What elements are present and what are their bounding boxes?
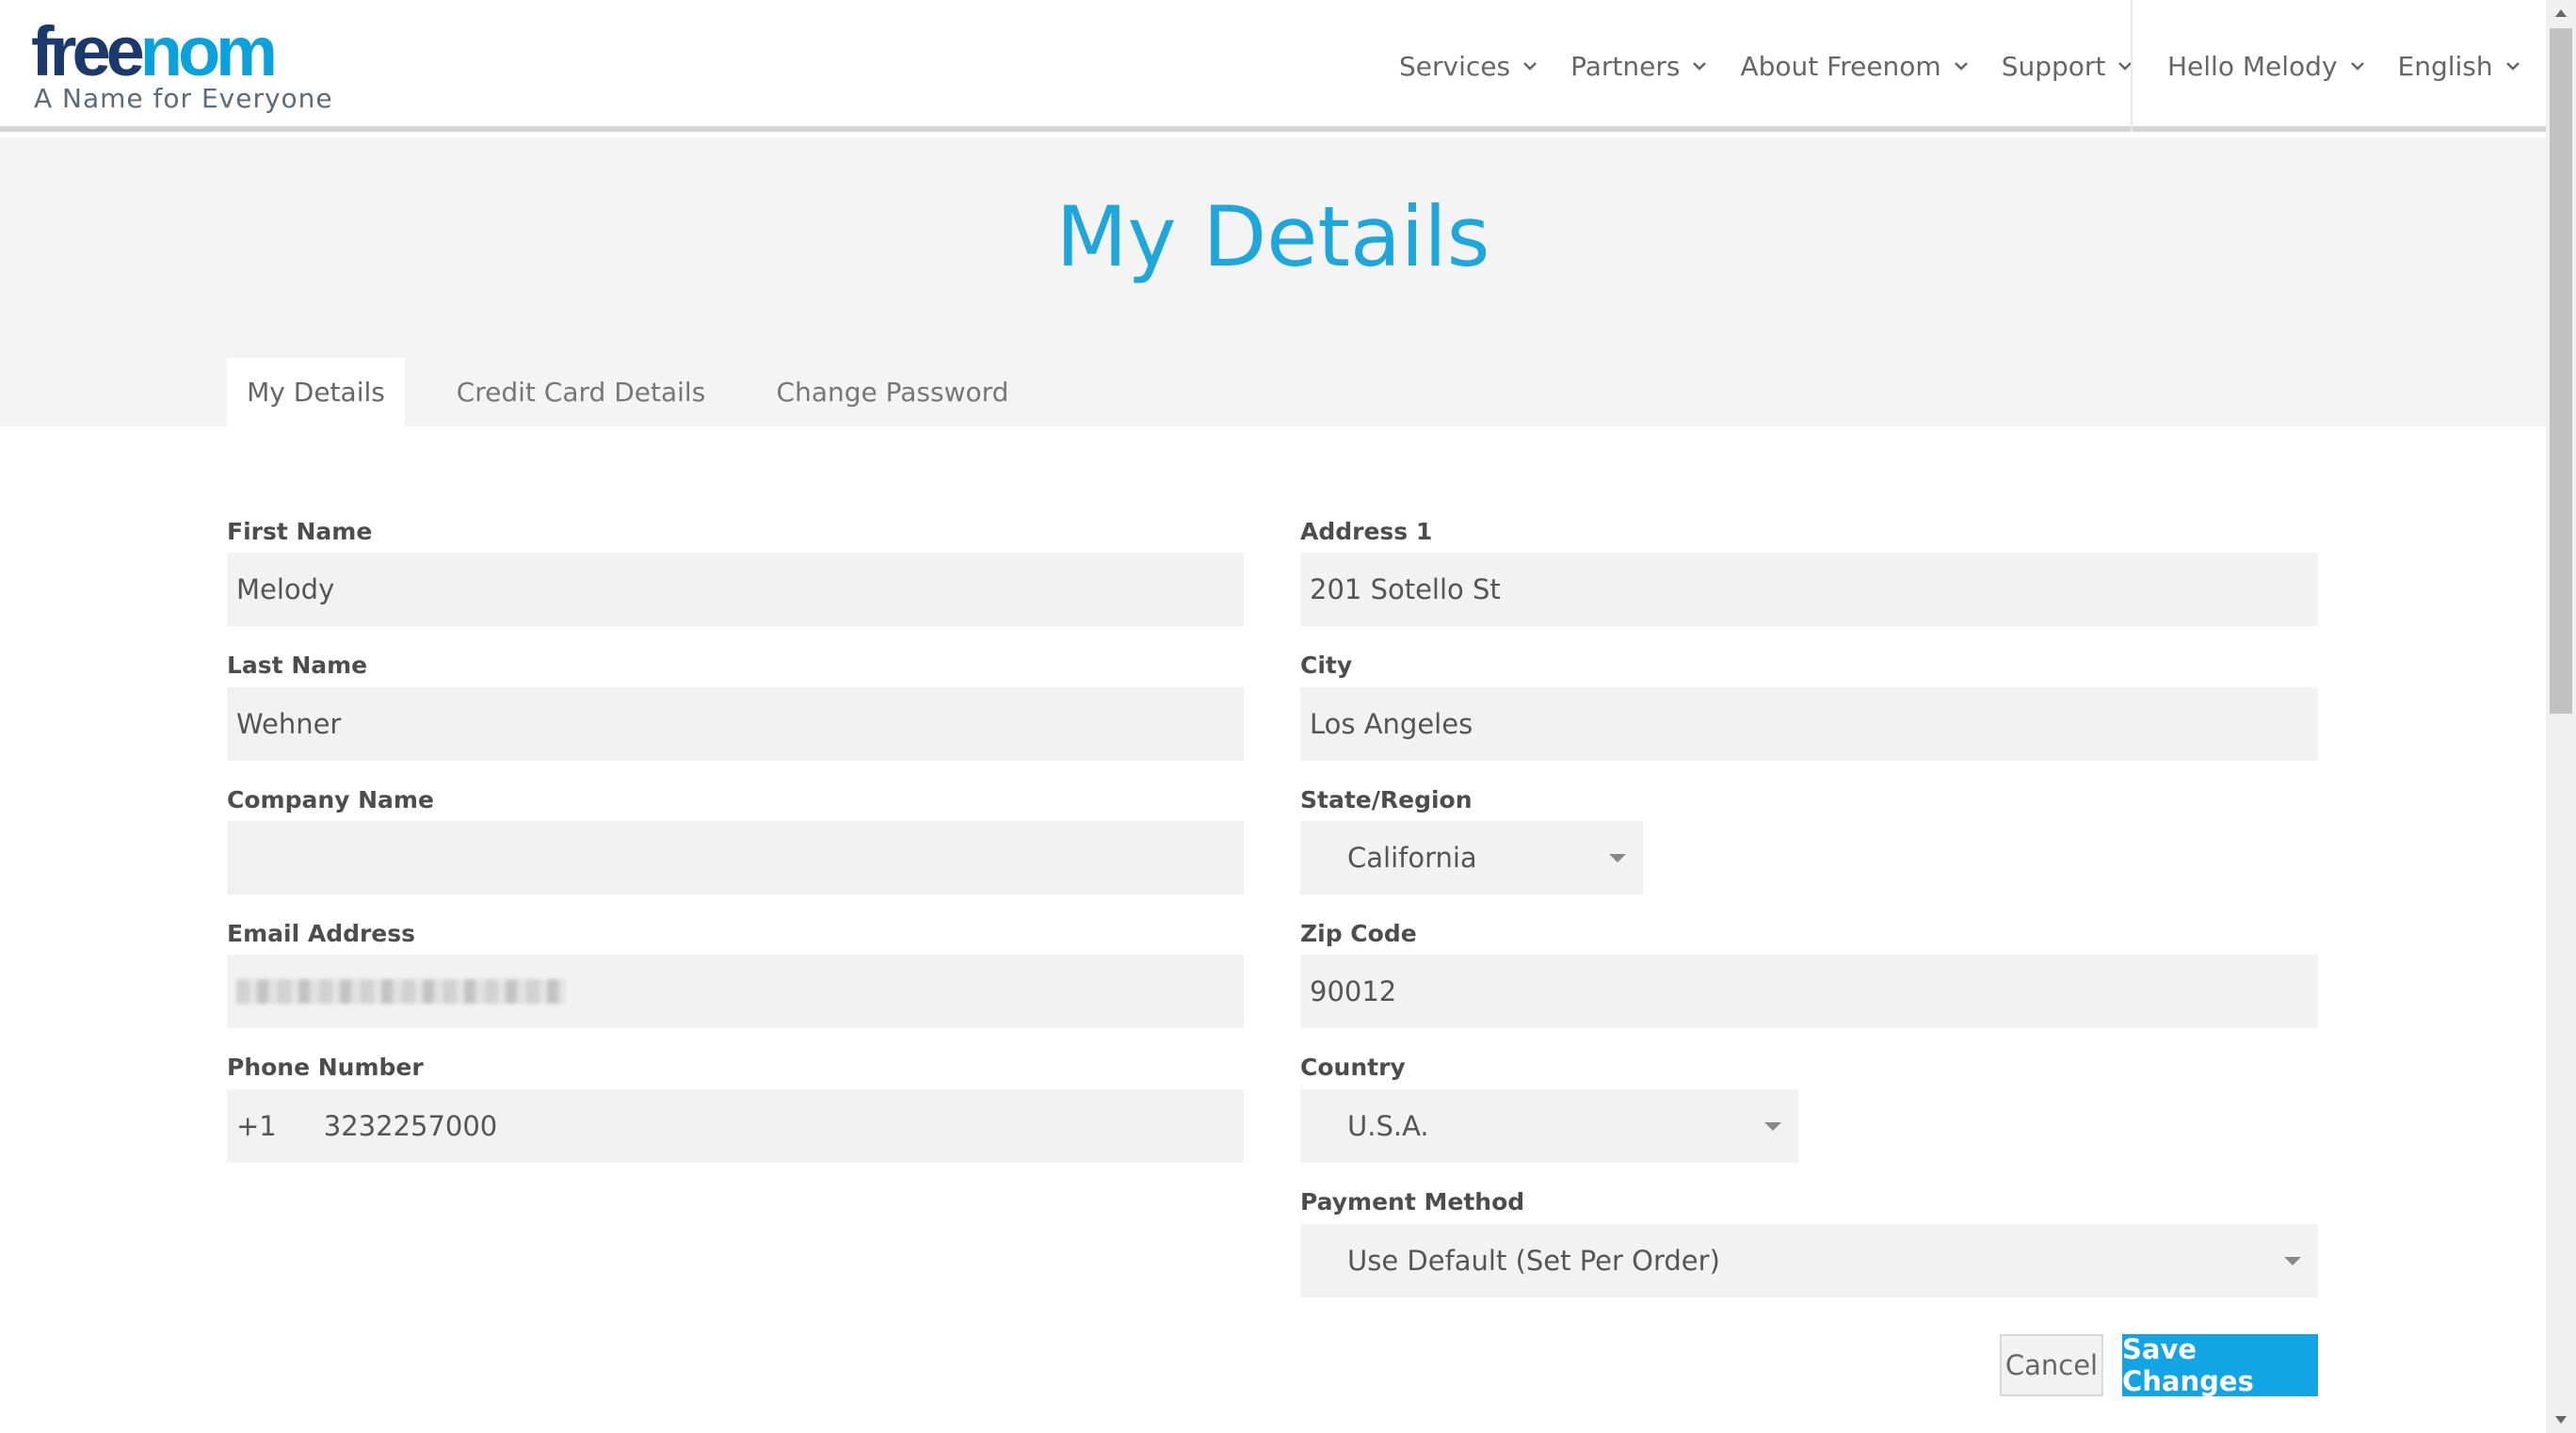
zip-input[interactable] [1310,955,2309,1028]
phone-country-code[interactable]: +1 [236,1110,277,1142]
city-field[interactable] [1300,687,2318,761]
phone-field[interactable]: +1 3232257000 [227,1089,1244,1163]
company-name-input[interactable] [236,821,1234,894]
nav-services-label: Services [1399,50,1511,82]
dropdown-caret-icon [1764,1122,1781,1131]
address1-field[interactable] [1300,553,2318,626]
dropdown-caret-icon [1609,854,1626,862]
last-name-field[interactable] [227,687,1244,761]
save-changes-button[interactable]: Save Changes [2122,1333,2318,1397]
nav-about-label: About Freenom [1740,50,1941,82]
language-menu[interactable]: English [2398,51,2523,82]
city-label: City [1300,652,1353,679]
phone-label: Phone Number [227,1054,424,1081]
nav-divider [2131,0,2133,132]
country-label: Country [1300,1054,1406,1081]
logo-tagline: A Name for Everyone [34,83,333,114]
language-menu-label: English [2397,50,2493,82]
zip-label: Zip Code [1300,920,1417,947]
site-header: freenom A Name for Everyone Services Par… [0,0,2546,132]
scroll-up-icon[interactable] [2546,0,2576,26]
scroll-down-icon[interactable] [2546,1407,2576,1433]
email-value-redacted [236,979,566,1004]
main-nav: Services Partners About Freenom Support [1399,47,2165,85]
logo-text-part2: nom [139,12,278,90]
company-name-label: Company Name [227,786,434,813]
logo-text-part1: free [31,12,145,90]
tab-my-details[interactable]: My Details [227,358,405,427]
state-select[interactable]: California [1300,821,1643,894]
nav-partners[interactable]: Partners [1570,51,1710,82]
first-name-label: First Name [227,518,373,545]
payment-method-select[interactable]: Use Default (Set Per Order) [1300,1224,2318,1297]
last-name-input[interactable] [236,687,1234,761]
payment-method-selected-value: Use Default (Set Per Order) [1347,1245,1720,1277]
company-name-field[interactable] [227,821,1244,894]
chevron-down-icon [1954,62,1968,71]
chevron-down-icon [2118,62,2133,71]
nav-support[interactable]: Support [2002,51,2136,82]
email-label: Email Address [227,920,416,947]
payment-method-label: Payment Method [1300,1188,1525,1216]
nav-support-label: Support [2001,50,2106,82]
user-menu-label: Hello Melody [2167,50,2338,82]
nav-partners-label: Partners [1570,50,1681,82]
cancel-button[interactable]: Cancel [2000,1334,2103,1396]
page-scrollbar[interactable] [2546,0,2576,1433]
tab-credit-card-details[interactable]: Credit Card Details [448,358,714,427]
zip-field[interactable] [1300,955,2318,1028]
user-menu[interactable]: Hello Melody [2167,51,2368,82]
address1-input[interactable] [1310,553,2309,626]
chevron-down-icon [2350,62,2364,71]
state-selected-value: California [1347,842,1477,874]
phone-number-value[interactable]: 3232257000 [324,1110,498,1142]
state-label: State/Region [1300,786,1473,813]
country-selected-value: U.S.A. [1347,1110,1429,1142]
page-title: My Details [1055,188,1490,285]
last-name-label: Last Name [227,652,368,679]
scrollbar-thumb[interactable] [2550,28,2572,714]
chevron-down-icon [1693,62,1707,71]
address1-label: Address 1 [1300,518,1433,545]
first-name-input[interactable] [236,553,1234,626]
user-nav: Hello Melody English [2167,47,2553,85]
chevron-down-icon [2505,62,2520,71]
nav-about[interactable]: About Freenom [1740,51,1971,82]
chevron-down-icon [1523,62,1537,71]
country-select[interactable]: U.S.A. [1300,1089,1798,1163]
freenom-logo[interactable]: freenom [31,17,278,87]
dropdown-caret-icon [2284,1257,2301,1265]
email-field[interactable] [227,955,1244,1028]
city-input[interactable] [1310,687,2309,761]
tab-change-password[interactable]: Change Password [765,358,1021,427]
first-name-field[interactable] [227,553,1244,626]
nav-services[interactable]: Services [1399,51,1540,82]
